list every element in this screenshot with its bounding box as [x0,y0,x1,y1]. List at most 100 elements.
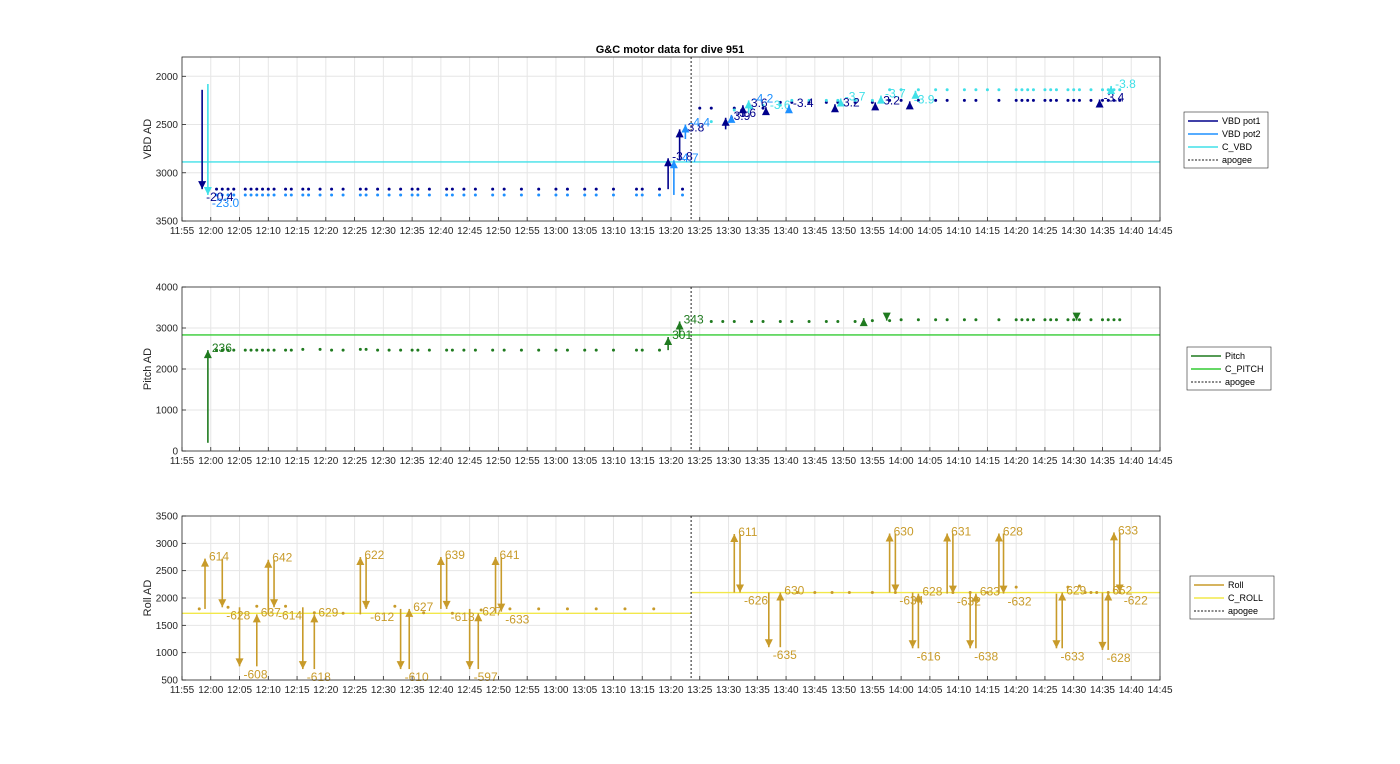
data-point [847,591,851,595]
x-tick-label: 14:25 [1032,226,1057,237]
x-tick-label: 14:30 [1061,226,1086,237]
data-point [537,193,541,197]
data-point [364,193,368,197]
x-tick-label: 14:20 [1004,456,1029,467]
data-point [1089,98,1093,102]
data-point [657,187,661,191]
data-point [301,347,305,351]
data-point [807,319,811,323]
x-tick-label: 11:55 [170,226,195,237]
data-point [358,187,362,191]
data-point [387,193,391,197]
data-point [462,348,466,352]
panel-1: 11:55 12:00 12:05 12:10 12:15 12:20 12:25 12:30… [142,56,1269,237]
data-point [450,348,454,352]
x-tick-label: 13:10 [601,685,626,696]
x-tick-label: 13:00 [543,226,568,237]
y-tick-label: 3000 [156,539,179,550]
x-tick-label: 14:05 [917,685,942,696]
x-tick-label: 13:25 [687,685,712,696]
figure-title: G&C motor data for dive 951 [596,44,745,56]
data-point [427,348,431,352]
x-tick-label: 14:25 [1032,685,1057,696]
data-point [1054,88,1058,92]
x-tick-label: 14:30 [1061,456,1086,467]
data-point [1026,88,1030,92]
data-point [450,187,454,191]
data-point [1077,88,1081,92]
data-point [284,604,288,608]
data-point [709,120,713,124]
x-tick-label: 13:45 [802,456,827,467]
data-point [341,611,345,615]
motor-move-label: 641 [500,548,520,562]
x-tick-label: 13:55 [860,685,885,696]
data-point [272,348,276,352]
data-point [583,187,587,191]
motor-move-label: 633 [980,585,1000,599]
x-tick-label: 14:35 [1090,685,1115,696]
data-point [289,348,293,352]
x-tick-label: 13:20 [658,456,683,467]
data-point [1072,318,1076,322]
data-point [554,348,558,352]
data-point [634,193,638,197]
data-point [583,193,587,197]
data-point [249,187,253,191]
y-tick-label: 3500 [156,512,179,523]
x-tick-label: 13:40 [774,226,799,237]
data-point [364,187,368,191]
data-point [427,193,431,197]
data-point [652,607,656,611]
data-point [289,187,293,191]
data-point [554,193,558,197]
data-point [519,348,523,352]
data-point [502,187,506,191]
data-point [261,187,265,191]
data-point [916,318,920,322]
legend-label: C_PITCH [1225,364,1264,374]
x-tick-label: 13:15 [630,685,655,696]
data-point [997,88,1001,92]
data-point [790,319,794,323]
x-tick-label: 12:05 [227,456,252,467]
data-point [272,193,276,197]
data-point [1054,98,1058,102]
data-point [416,193,420,197]
motor-data-figure: G&C motor data for dive 951 11:55 12:00 12… [142,44,1275,696]
data-point [318,193,322,197]
motor-move-label: -3.4 [793,96,814,110]
motor-move-label: 639 [445,548,465,562]
data-point [410,348,414,352]
x-tick-label: 13:15 [630,456,655,467]
data-point [462,193,466,197]
y-tick-label: 2000 [156,365,179,376]
y-tick-label: 2000 [156,72,179,83]
data-point [502,348,506,352]
x-tick-label: 13:05 [572,456,597,467]
data-point [634,348,638,352]
data-point [870,98,874,102]
data-point [255,604,259,608]
data-point [284,348,288,352]
data-point [934,88,938,92]
motor-move-label: -23.0 [212,196,240,210]
data-point [1031,318,1035,322]
data-point [565,607,569,611]
motor-move-label: -3.7 [845,89,866,103]
data-point [284,187,288,191]
data-point [1020,88,1024,92]
x-tick-label: 12:55 [515,685,540,696]
data-point [611,348,615,352]
data-point [1112,318,1116,322]
y-axis-label: Roll AD [142,580,154,617]
data-point [594,193,598,197]
data-point [1043,98,1047,102]
data-point [870,319,874,323]
y-tick-label: 1000 [156,406,179,417]
y-tick-label: 1500 [156,621,179,632]
data-point [888,319,892,323]
data-point [640,187,644,191]
x-tick-label: 12:00 [198,456,223,467]
data-point [243,187,247,191]
